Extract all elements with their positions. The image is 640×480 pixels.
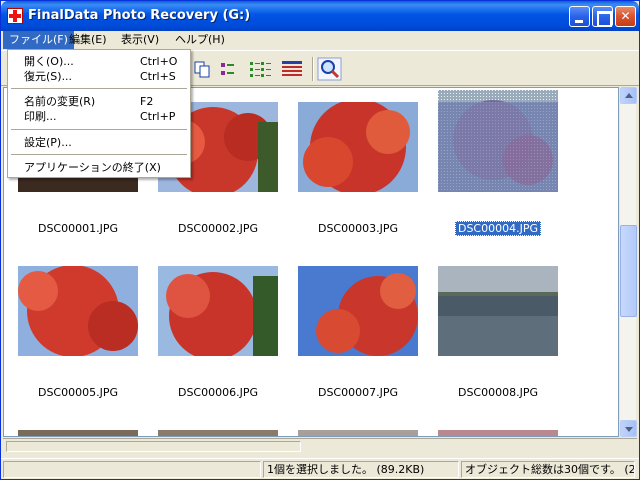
- photo-thumbnail: [158, 266, 278, 356]
- file-name-label: DSC00008.JPG: [457, 386, 539, 399]
- menu-view[interactable]: 表示(V): [115, 31, 165, 49]
- file-name-label-selected: DSC00004.JPG: [418, 221, 578, 236]
- arrow-up-icon: [625, 93, 633, 98]
- list-view-icon[interactable]: [247, 57, 273, 81]
- photo-thumbnail: [438, 430, 558, 436]
- menu-separator: [11, 129, 187, 130]
- menu-separator: [11, 88, 187, 89]
- menu-item-shortcut: Ctrl+S: [140, 70, 176, 83]
- status-cell-empty: [3, 461, 261, 478]
- toolbar-separator: [312, 57, 314, 81]
- file-name-label: DSC00006.JPG: [177, 386, 259, 399]
- menu-item-restore[interactable]: 復元(S)... Ctrl+S: [10, 68, 188, 85]
- status-total: オブジェクト総数は30個です。 (25.7: [461, 461, 635, 478]
- close-button[interactable]: ✕: [615, 6, 636, 27]
- bottom-panel: [3, 438, 637, 452]
- menu-item-shortcut: Ctrl+P: [140, 110, 176, 123]
- details-view-icon[interactable]: [279, 57, 305, 81]
- file-name-label: DSC00001.JPG: [37, 222, 119, 235]
- photo-thumbnail: [298, 102, 418, 192]
- minimize-button[interactable]: [569, 6, 590, 27]
- photo-thumbnail: [18, 430, 138, 436]
- copy-icon[interactable]: [189, 57, 215, 81]
- photo-thumbnail: [158, 430, 278, 436]
- photo-thumbnail: [298, 430, 418, 436]
- bottom-panel-left: [6, 441, 301, 452]
- menu-help[interactable]: ヘルプ(H): [169, 31, 231, 49]
- file-name-label: DSC00005.JPG: [37, 386, 119, 399]
- file-name-label: DSC00007.JPG: [317, 386, 399, 399]
- menu-item-label: アプリケーションの終了(X): [24, 161, 161, 174]
- title-bar[interactable]: FinalData Photo Recovery (G:) ✕: [1, 1, 639, 31]
- file-name-label: DSC00003.JPG: [317, 222, 399, 235]
- scroll-up-button[interactable]: [620, 87, 637, 104]
- window-title: FinalData Photo Recovery (G:): [28, 8, 251, 23]
- arrow-down-icon: [625, 427, 633, 432]
- small-icons-view-icon[interactable]: [216, 57, 242, 81]
- menu-item-print[interactable]: 印刷... Ctrl+P: [10, 108, 188, 125]
- menu-item-exit[interactable]: アプリケーションの終了(X): [10, 159, 188, 176]
- file-menu-dropdown: 開く(O)... Ctrl+O 復元(S)... Ctrl+S 名前の変更(R)…: [7, 49, 191, 178]
- vertical-scrollbar[interactable]: [619, 87, 637, 437]
- zoom-icon[interactable]: [317, 57, 343, 81]
- menu-item-settings[interactable]: 設定(P)...: [10, 134, 188, 151]
- app-window: FinalData Photo Recovery (G:) ✕ ファイル(F) …: [0, 0, 640, 480]
- status-selection: 1個を選択しました。 (89.2KB): [263, 461, 459, 478]
- app-logo-icon[interactable]: [7, 8, 23, 24]
- menu-separator: [11, 154, 187, 155]
- maximize-button[interactable]: [592, 6, 613, 27]
- menu-item-label: 設定(P)...: [24, 136, 72, 149]
- menu-item-label: 復元(S)...: [24, 70, 73, 83]
- menu-edit[interactable]: 編集(E): [63, 31, 113, 49]
- scrollbar-thumb[interactable]: [620, 225, 637, 317]
- photo-thumbnail: [438, 266, 558, 356]
- status-bar: 1個を選択しました。 (89.2KB) オブジェクト総数は30個です。 (25.…: [1, 458, 639, 479]
- scroll-down-button[interactable]: [620, 420, 637, 437]
- photo-thumbnail: [298, 266, 418, 356]
- file-name-label: DSC00002.JPG: [177, 222, 259, 235]
- menu-bar: ファイル(F) 編集(E) 表示(V) ヘルプ(H): [1, 31, 639, 49]
- photo-thumbnail: [438, 90, 558, 192]
- menu-item-label: 印刷...: [24, 110, 57, 123]
- photo-thumbnail: [18, 266, 138, 356]
